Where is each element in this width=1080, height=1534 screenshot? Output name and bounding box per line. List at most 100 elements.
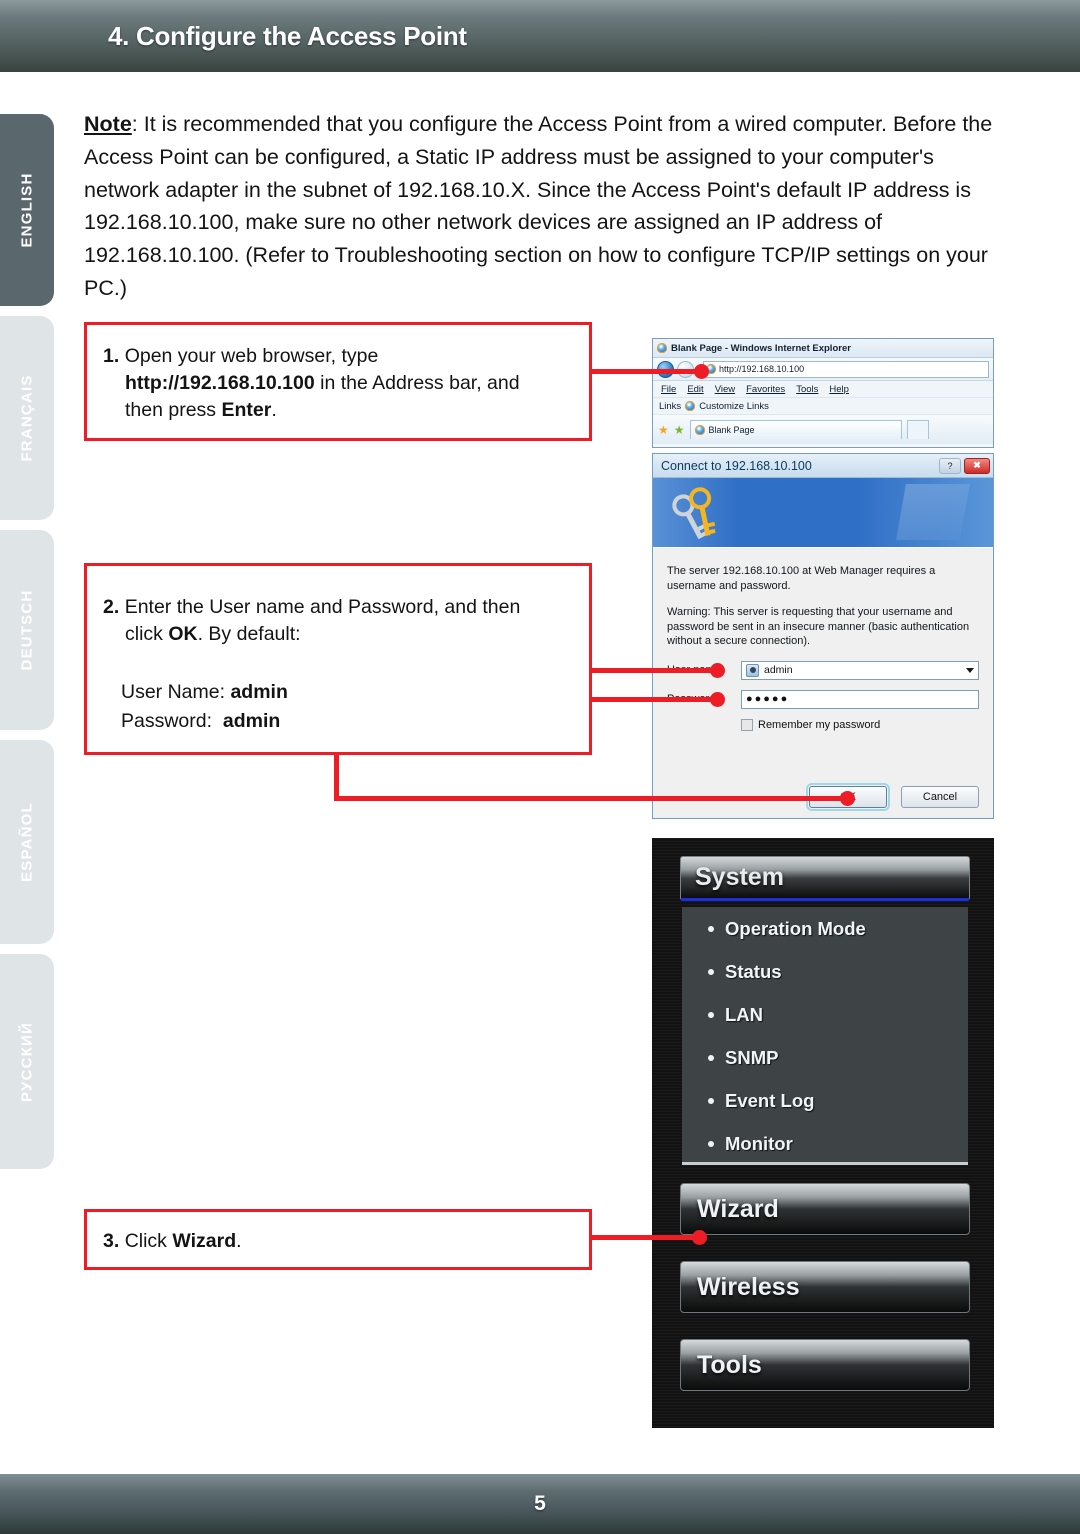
dialog-titlebar: Connect to 192.168.10.100 ? ✖ (653, 454, 993, 478)
step-2-username-label: User Name: (121, 681, 226, 703)
remember-password-row[interactable]: Remember my password (741, 718, 979, 731)
sidebar-item-francais[interactable]: FRANÇAIS (0, 316, 54, 520)
bullet-icon (708, 968, 714, 975)
connector-wizard-dot (692, 1230, 707, 1245)
connector-ok-dot (840, 791, 855, 806)
step-2-line-1: Enter the User name and Password, and th… (124, 596, 521, 618)
remember-password-label: Remember my password (758, 718, 881, 731)
step-1-url: http://192.168.10.100 (125, 372, 315, 394)
favorites-star-icon[interactable]: ★ (658, 424, 669, 436)
menu-item-snmp[interactable]: SNMP (682, 1036, 968, 1079)
links-label: Links (659, 400, 682, 412)
dialog-message: The server 192.168.10.100 at Web Manager… (667, 565, 936, 592)
menu-item-help[interactable]: Help (829, 384, 849, 395)
system-menu-list: Operation Mode Status LAN SNMP Event Log… (682, 907, 968, 1165)
sidebar-item-russian[interactable]: РУССКИЙ (0, 954, 54, 1169)
menu-item-label: Operation Mode (725, 917, 866, 939)
chevron-down-icon[interactable] (966, 667, 974, 673)
menu-item-favorites[interactable]: Favorites (746, 384, 785, 395)
tools-button-label: Tools (697, 1350, 762, 1379)
help-icon[interactable]: ? (939, 457, 961, 474)
new-tab-button[interactable] (906, 420, 929, 439)
menu-item-label: Event Log (725, 1089, 815, 1111)
browser-menu-bar: File Edit View Favorites Tools Help (653, 381, 993, 398)
note-label: Note (84, 112, 132, 136)
page-header: 4. Configure the Access Point (0, 0, 1080, 72)
username-value: admin (764, 664, 793, 676)
step-1-line-2: in the Address bar, and (314, 372, 520, 394)
connector-password-line (592, 697, 716, 702)
close-icon[interactable]: ✖ (964, 457, 990, 474)
bullet-icon (708, 1011, 714, 1018)
step-2-ok-label: OK (168, 623, 198, 645)
tools-button[interactable]: Tools (680, 1339, 970, 1391)
username-input[interactable]: admin (741, 660, 979, 680)
ie-logo-icon (657, 343, 667, 353)
password-value: ●●●●● (746, 693, 790, 705)
connector-password-dot (710, 692, 725, 707)
connector-username-dot (710, 663, 725, 678)
page-title: 4. Configure the Access Point (108, 21, 467, 51)
sidebar-item-label: ENGLISH (18, 172, 36, 248)
customize-links-item[interactable]: Customize Links (699, 401, 769, 412)
connector-step1-dot (694, 364, 709, 379)
bullet-icon (708, 1054, 714, 1061)
step-2-line-2-post: . By default: (197, 623, 301, 645)
menu-item-lan[interactable]: LAN (682, 993, 968, 1036)
password-input[interactable]: ●●●●● (741, 689, 979, 709)
device-menu-screenshot: System Operation Mode Status LAN SNMP Ev… (652, 838, 994, 1428)
step-2-password-label: Password: (121, 710, 213, 732)
user-avatar-icon (746, 663, 759, 677)
connector-ok-horizontal (334, 796, 846, 801)
sidebar-item-label: РУССКИЙ (18, 1021, 36, 1102)
step-2-username-value: admin (230, 681, 288, 703)
customize-links-icon (685, 401, 696, 411)
note-text: : It is recommended that you configure t… (84, 112, 993, 300)
system-section-title: System (695, 863, 784, 891)
cancel-button[interactable]: Cancel (901, 786, 979, 808)
menu-item-label: LAN (725, 1003, 764, 1025)
menu-item-monitor[interactable]: Monitor (682, 1122, 968, 1165)
step-3-wizard-label: Wizard (172, 1230, 237, 1252)
step-1-line-3-post: . (271, 399, 277, 421)
browser-title: Blank Page - Windows Internet Explorer (671, 342, 851, 354)
browser-tab[interactable]: Blank Page (689, 420, 902, 439)
sidebar-item-espanol[interactable]: ESPAÑOL (0, 740, 54, 944)
sidebar-item-deutsch[interactable]: DEUTSCH (0, 530, 54, 730)
connector-wizard-line (592, 1235, 698, 1240)
step-1-enter-key: Enter (221, 399, 272, 421)
page-footer: 5 (0, 1474, 1080, 1534)
bullet-icon (708, 1097, 714, 1104)
wizard-button[interactable]: Wizard (680, 1183, 970, 1235)
connector-step1-horizontal (592, 369, 700, 374)
wireless-button[interactable]: Wireless (680, 1261, 970, 1313)
menu-item-edit[interactable]: Edit (687, 384, 703, 395)
menu-item-status[interactable]: Status (682, 950, 968, 993)
sidebar-item-label: ESPAÑOL (18, 802, 36, 882)
menu-item-tools[interactable]: Tools (796, 384, 818, 395)
step-1-line-1: Open your web browser, type (124, 345, 379, 367)
dialog-warning: Warning: This server is requesting that … (667, 606, 970, 647)
step-2-number: 2. (103, 596, 120, 618)
remember-password-checkbox[interactable] (741, 718, 753, 731)
step-1-number: 1. (103, 345, 120, 367)
address-bar-value: http://192.168.10.100 (719, 364, 805, 374)
sidebar-item-english[interactable]: ENGLISH (0, 114, 54, 306)
menu-item-event-log[interactable]: Event Log (682, 1079, 968, 1122)
connector-username-line (592, 668, 716, 673)
menu-item-view[interactable]: View (715, 384, 735, 395)
menu-item-file[interactable]: File (661, 384, 676, 395)
step-3-line-pre: Click (124, 1230, 173, 1252)
wizard-button-label: Wizard (697, 1194, 779, 1223)
step-2-line-2-pre: click (125, 623, 169, 645)
add-favorite-icon[interactable]: ★ (674, 424, 685, 436)
step-1-callout: 1. Open your web browser, type http://19… (84, 322, 592, 441)
menu-item-label: Status (725, 960, 782, 982)
step-3-callout: 3. Click Wizard. (84, 1209, 592, 1270)
page-number: 5 (534, 1492, 546, 1515)
browser-links-bar: Links Customize Links (653, 398, 993, 415)
dialog-banner (653, 478, 993, 548)
menu-item-operation-mode[interactable]: Operation Mode (682, 907, 968, 950)
address-bar[interactable]: http://192.168.10.100 (703, 360, 989, 378)
menu-item-label: SNMP (725, 1046, 779, 1068)
